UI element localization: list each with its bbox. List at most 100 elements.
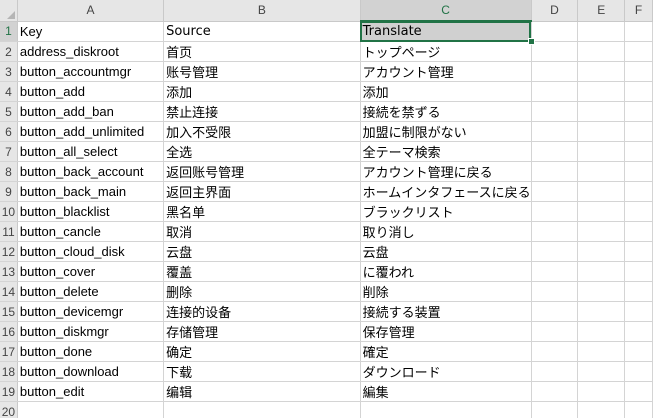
empty-cell[interactable] [624,61,653,82]
cell-key[interactable]: button_add [17,81,165,102]
empty-cell[interactable] [577,121,626,142]
empty-cell[interactable] [624,401,653,418]
cell-key[interactable]: button_add_ban [17,101,165,122]
row-header[interactable]: 7 [0,141,18,162]
cell-translate[interactable]: 添加 [360,81,532,102]
column-header-e[interactable]: E [577,0,626,22]
empty-cell[interactable] [577,101,626,122]
cell-translate[interactable]: 接続を禁ずる [360,101,532,122]
cell-source[interactable]: 云盘 [163,241,361,262]
cell-key[interactable]: button_blacklist [17,201,165,222]
empty-cell[interactable] [624,221,653,242]
cell-source[interactable]: 添加 [163,81,361,102]
cell-source[interactable]: 全选 [163,141,361,162]
row-header[interactable]: 15 [0,301,18,322]
empty-cell[interactable] [531,281,579,302]
empty-cell[interactable] [531,141,579,162]
cell-translate[interactable]: アカウント管理に戻る [360,161,532,182]
cell-translate[interactable]: 編集 [360,381,532,402]
row-header[interactable]: 6 [0,121,18,142]
empty-cell[interactable] [577,181,626,202]
column-header-c[interactable]: C [360,0,532,22]
cell-translate[interactable]: Translate [360,21,535,44]
empty-cell[interactable] [624,101,653,122]
cell-source[interactable]: 账号管理 [163,61,361,82]
empty-cell[interactable] [577,301,626,322]
cell-key[interactable]: button_all_select [17,141,165,162]
cell-key[interactable]: button_accountmgr [17,61,165,82]
select-all-corner[interactable] [0,0,18,22]
cell-key[interactable]: button_cloud_disk [17,241,165,262]
cell-source[interactable]: 加入不受限 [163,121,361,142]
cell-source[interactable]: 黑名单 [163,201,361,222]
cell-key[interactable]: button_delete [17,281,165,302]
cell-key[interactable]: button_back_account [17,161,165,182]
cell-translate[interactable]: トップページ [360,41,532,62]
row-header[interactable]: 16 [0,321,18,342]
empty-cell[interactable] [624,341,653,362]
row-header[interactable]: 9 [0,181,18,202]
cell-key[interactable]: button_done [17,341,165,362]
empty-cell[interactable] [624,321,653,342]
empty-cell[interactable] [577,321,626,342]
cell-translate[interactable]: に覆われ [360,261,532,282]
cell-source[interactable]: 取消 [163,221,361,242]
empty-cell[interactable] [624,161,653,182]
empty-cell[interactable] [531,21,579,42]
cell-translate[interactable]: ダウンロード [360,361,532,382]
empty-cell[interactable] [577,221,626,242]
empty-cell[interactable] [577,261,626,282]
cell-source[interactable]: 返回主界面 [163,181,361,202]
cell-key[interactable]: button_download [17,361,165,382]
cell-translate[interactable]: 保存管理 [360,321,532,342]
empty-cell[interactable] [577,61,626,82]
empty-cell[interactable] [577,81,626,102]
cell-source[interactable]: Source [163,21,361,42]
empty-cell[interactable] [577,201,626,222]
empty-cell[interactable] [577,161,626,182]
column-header-f[interactable]: F [624,0,653,22]
empty-cell[interactable] [531,361,579,382]
empty-cell[interactable] [624,181,653,202]
empty-cell[interactable] [577,281,626,302]
empty-cell[interactable] [624,21,653,42]
empty-cell[interactable] [624,381,653,402]
cell-source[interactable]: 编辑 [163,381,361,402]
cell-translate[interactable]: ブラックリスト [360,201,532,222]
empty-cell[interactable] [577,21,626,42]
empty-cell[interactable] [624,241,653,262]
empty-cell[interactable] [531,401,579,418]
empty-cell[interactable] [531,61,579,82]
empty-cell[interactable] [577,341,626,362]
empty-cell[interactable] [624,301,653,322]
row-header[interactable]: 2 [0,41,18,62]
empty-cell[interactable] [577,381,626,402]
cell-translate[interactable]: アカウント管理 [360,61,532,82]
empty-cell[interactable] [531,121,579,142]
cell-key[interactable]: button_add_unlimited [17,121,165,142]
empty-cell[interactable] [531,221,579,242]
row-header[interactable]: 18 [0,361,18,382]
empty-cell[interactable] [531,201,579,222]
empty-cell[interactable] [624,81,653,102]
cell-translate[interactable]: 全テーマ検索 [360,141,532,162]
row-header[interactable]: 3 [0,61,18,82]
empty-cell[interactable] [624,121,653,142]
row-header[interactable]: 13 [0,261,18,282]
cell-key[interactable]: button_cover [17,261,165,282]
cell-source[interactable]: 存储管理 [163,321,361,342]
cell-source[interactable] [163,401,361,418]
empty-cell[interactable] [531,341,579,362]
empty-cell[interactable] [531,161,579,182]
empty-cell[interactable] [624,281,653,302]
cell-translate[interactable] [360,401,532,418]
empty-cell[interactable] [577,361,626,382]
empty-cell[interactable] [531,381,579,402]
empty-cell[interactable] [577,141,626,162]
cell-translate[interactable]: 加盟に制限がない [360,121,532,142]
row-header[interactable]: 1 [0,21,18,42]
empty-cell[interactable] [577,241,626,262]
cell-translate[interactable]: 接続する装置 [360,301,532,322]
cell-key[interactable]: button_edit [17,381,165,402]
cell-source[interactable]: 首页 [163,41,361,62]
